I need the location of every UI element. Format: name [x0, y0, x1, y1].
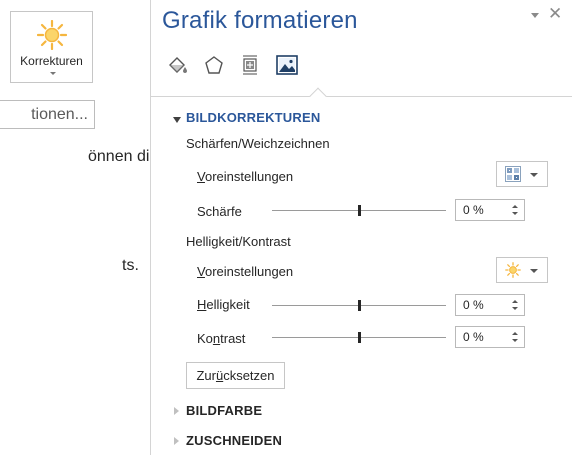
helligkeit-spinbox[interactable]: 0 % [455, 294, 525, 316]
document-text-line: ts. [122, 257, 139, 274]
spin-up-icon[interactable] [512, 332, 518, 335]
spin-up-icon[interactable] [512, 205, 518, 208]
optionen-button[interactable]: tionen... [0, 100, 95, 129]
spin-down-icon[interactable] [512, 307, 518, 310]
kontrast-value: 0 % [463, 330, 484, 344]
spin-down-icon[interactable] [512, 212, 518, 215]
pane-divider [151, 96, 572, 97]
chevron-down-icon [530, 269, 538, 273]
fill-line-icon[interactable] [166, 53, 190, 77]
sun-icon [37, 20, 67, 50]
helligkeit-label: Helligkeit [197, 297, 250, 312]
voreinstellungen-label: Voreinstellungen [197, 264, 294, 279]
sharpen-preset-icon [505, 166, 521, 182]
helligkeit-slider-thumb[interactable] [358, 300, 361, 311]
korrekturen-button[interactable]: Korrekturen [10, 11, 93, 83]
chevron-down-icon [50, 72, 56, 75]
korrekturen-label: Korrekturen [20, 54, 83, 68]
pane-options-dropdown-icon[interactable] [531, 13, 539, 18]
kontrast-slider-thumb[interactable] [358, 332, 361, 343]
chevron-down-icon [530, 173, 538, 177]
schaerfe-slider-thumb[interactable] [358, 205, 361, 216]
sharpen-presets-button[interactable] [496, 161, 548, 187]
helligkeit-kontrast-group-label: Helligkeit/Kontrast [186, 234, 291, 249]
kontrast-spinbox[interactable]: 0 % [455, 326, 525, 348]
expand-triangle-icon[interactable] [173, 117, 181, 123]
schaerfe-spinbox[interactable]: 0 % [455, 199, 525, 221]
pane-title: Grafik formatieren [162, 7, 358, 34]
schaerfen-group-label: Schärfen/Weichzeichnen [186, 136, 330, 151]
active-tab-pointer [309, 87, 327, 105]
schaerfe-label: Schärfe [197, 204, 242, 219]
spin-down-icon[interactable] [512, 339, 518, 342]
format-picture-pane: Grafik formatieren ✕ BILDKORREKTUREN Sch… [150, 0, 572, 455]
voreinstellungen-label: Voreinstellungen [197, 169, 294, 184]
picture-icon[interactable] [275, 53, 299, 77]
sun-icon [505, 262, 521, 278]
document-background: Korrekturen tionen... önnen die ts. [0, 0, 150, 455]
expand-triangle-icon[interactable] [174, 407, 179, 415]
close-icon[interactable]: ✕ [548, 4, 562, 24]
helligkeit-value: 0 % [463, 298, 484, 312]
document-text-line: önnen die [88, 148, 150, 165]
kontrast-label: Kontrast [197, 331, 246, 346]
layout-properties-icon[interactable] [238, 53, 262, 77]
spin-up-icon[interactable] [512, 300, 518, 303]
brightness-contrast-presets-button[interactable] [496, 257, 548, 283]
effects-icon[interactable] [202, 53, 226, 77]
reset-button[interactable]: Zurücksetzen [186, 362, 285, 389]
schaerfe-value: 0 % [463, 203, 484, 217]
expand-triangle-icon[interactable] [174, 437, 179, 445]
